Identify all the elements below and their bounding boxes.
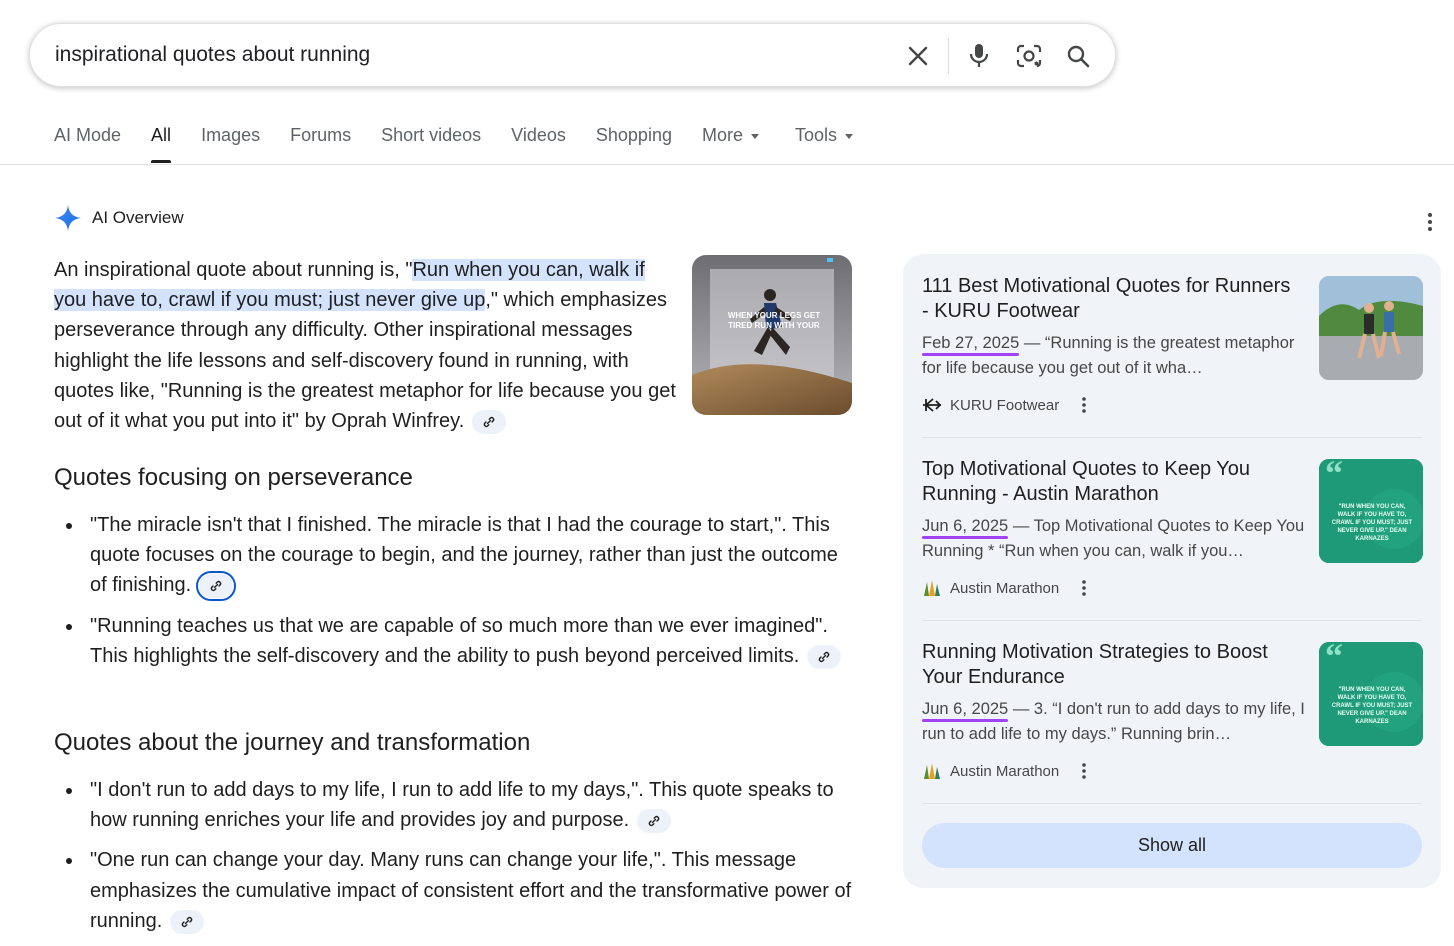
source-divider [922,437,1422,438]
sources-panel: 111 Best Motivational Quotes for Runners… [903,254,1441,888]
source-snippet: Jun 6, 2025 — Top Motivational Quotes to… [922,517,1305,560]
source-site: KURU Footwear [922,395,1091,415]
citation-link-button[interactable] [807,644,842,669]
source-date: Jun 6, 2025 [922,700,1009,718]
tab-forums[interactable]: Forums [290,125,351,163]
link-icon [483,416,495,427]
source-site: Austin Marathon [922,578,1091,598]
source-card-kuru[interactable]: 111 Best Motivational Quotes for Runners… [922,256,1423,421]
citation-link-button[interactable] [637,808,672,833]
clear-icon[interactable] [902,40,934,72]
source-site: Austin Marathon [922,761,1091,781]
svg-text:“: “ [1325,459,1343,493]
source-thumbnail: “ "RUN WHEN YOU CAN, WALK IF YOU HAVE TO… [1319,642,1423,746]
search-tabs: AI Mode All Images Forums Short videos V… [54,125,883,165]
source-date: Feb 27, 2025 [922,334,1020,352]
tab-tools[interactable]: Tools [795,125,854,163]
thumbnail-quote-text: "RUN WHEN YOU CAN, WALK IF YOU HAVE TO, … [1331,504,1413,542]
tab-short-videos[interactable]: Short videos [381,125,481,163]
journey-quotes-list: "I don't run to add days to my life, I r… [54,775,854,946]
list-item: "I don't run to add days to my life, I r… [54,775,854,835]
link-icon [648,815,660,827]
source-card-austin-2[interactable]: Running Motivation Strategies to Boost Y… [922,622,1423,787]
link-icon [210,581,222,592]
tab-shopping[interactable]: Shopping [596,125,672,163]
kuru-logo-icon [923,398,942,412]
more-caret-icon [750,134,759,139]
show-all-button[interactable]: Show all [922,823,1422,868]
tabs-divider [0,164,1454,165]
source-card-austin-1[interactable]: Top Motivational Quotes to Keep You Runn… [922,439,1423,604]
tab-ai-mode[interactable]: AI Mode [54,125,121,163]
austin-marathon-logo-icon [924,763,940,779]
more-options-icon[interactable] [1420,210,1440,234]
svg-text:“: “ [1325,642,1343,676]
source-options-icon[interactable] [1077,761,1091,781]
source-title[interactable]: Top Motivational Quotes to Keep You Runn… [922,457,1302,507]
source-snippet: Jun 6, 2025 — 3. “I don't run to add day… [922,700,1305,743]
source-thumbnail [1319,276,1423,380]
microphone-icon[interactable] [963,40,995,72]
hero-image-caption: WHEN YOUR LEGS GET TIRED RUN WITH YOUR [727,311,821,330]
search-divider [948,38,949,74]
source-thumbnail: “ "RUN WHEN YOU CAN, WALK IF YOU HAVE TO… [1319,459,1423,563]
source-title[interactable]: Running Motivation Strategies to Boost Y… [922,640,1302,690]
lens-camera-icon[interactable] [1013,40,1045,72]
overview-hero-image[interactable]: WHEN YOUR LEGS GET TIRED RUN WITH YOUR [692,255,852,415]
source-options-icon[interactable] [1077,395,1091,415]
link-icon [182,916,193,927]
citation-link-button[interactable] [196,571,237,602]
search-input[interactable]: inspirational quotes about running [55,43,370,67]
list-item: "The miracle isn't that I finished. The … [54,510,854,602]
list-item: "One run can change your day. Many runs … [54,845,854,936]
perseverance-quotes-list: "The miracle isn't that I finished. The … [54,510,854,681]
list-item: "Running teaches us that we are capable … [54,611,854,671]
thumbnail-quote-text: "RUN WHEN YOU CAN, WALK IF YOU HAVE TO, … [1331,687,1413,725]
tab-images[interactable]: Images [201,125,260,163]
section-heading-journey: Quotes about the journey and transformat… [54,729,531,756]
citation-link-button[interactable] [472,409,507,434]
section-heading-perseverance: Quotes focusing on perseverance [54,464,413,491]
source-title[interactable]: 111 Best Motivational Quotes for Runners… [922,274,1302,324]
overview-intro: An inspirational quote about running is,… [54,259,676,434]
tab-all[interactable]: All [151,125,172,163]
search-icon[interactable] [1062,40,1094,72]
search-bar[interactable]: inspirational quotes about running [29,23,1116,87]
source-divider [922,620,1422,621]
gemini-sparkle-icon [55,205,81,231]
source-snippet: Feb 27, 2025 — “Running is the greatest … [922,334,1295,377]
citation-link-button[interactable] [170,909,205,934]
ai-overview-header: AI Overview [54,204,184,232]
link-icon [818,651,830,662]
source-divider [922,803,1422,804]
tab-more[interactable]: More [702,125,759,163]
source-date: Jun 6, 2025 [922,517,1009,535]
austin-marathon-logo-icon [924,580,940,596]
ai-overview-title: AI Overview [92,208,184,227]
source-options-icon[interactable] [1077,578,1091,598]
tools-caret-icon [845,134,854,139]
tab-videos[interactable]: Videos [511,125,566,163]
